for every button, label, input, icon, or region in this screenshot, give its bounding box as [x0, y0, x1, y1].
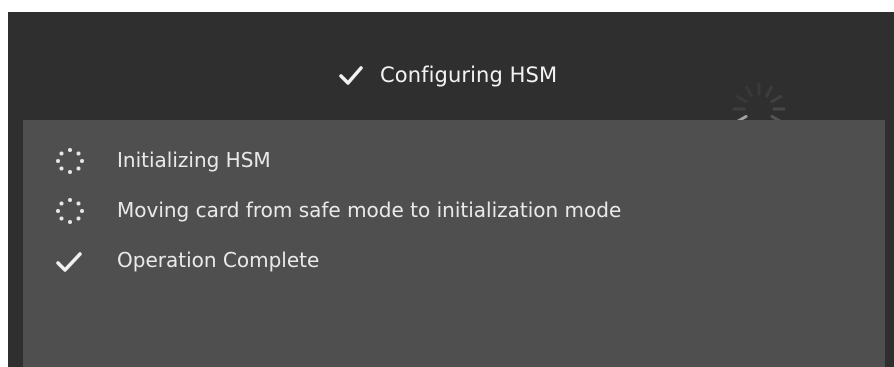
- progress-step-operation-complete: Operation Complete: [23, 234, 885, 284]
- dialog-title-row: Configuring HSM: [338, 58, 557, 92]
- configuring-hsm-dialog: Configuring HSM Initializing HSM Moving …: [8, 12, 894, 367]
- dialog-header: Configuring HSM: [8, 12, 894, 136]
- progress-step-moving-card: Moving card from safe mode to initializa…: [23, 184, 885, 234]
- checkmark-icon: [338, 64, 364, 86]
- step-label: Initializing HSM: [117, 148, 271, 172]
- progress-step-initializing-hsm: Initializing HSM: [23, 134, 885, 184]
- step-label: Moving card from safe mode to initializa…: [117, 198, 622, 222]
- dialog-title: Configuring HSM: [380, 63, 558, 87]
- step-label: Operation Complete: [117, 248, 320, 272]
- progress-step-list: Initializing HSM Moving card from safe m…: [23, 134, 885, 284]
- progress-steps-panel: Initializing HSM Moving card from safe m…: [23, 120, 885, 367]
- dotted-spinner-icon: [53, 196, 87, 226]
- checkmark-icon: [53, 246, 87, 276]
- dotted-spinner-icon: [53, 146, 87, 176]
